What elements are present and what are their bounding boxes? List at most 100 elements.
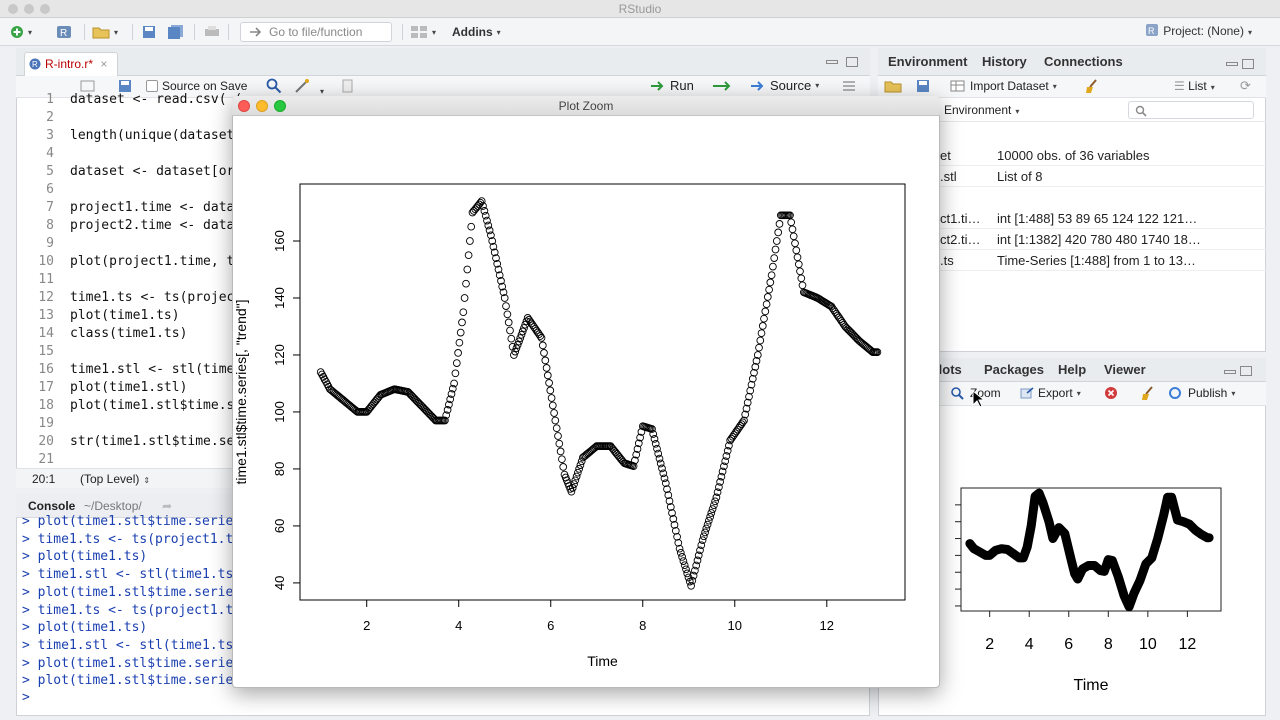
list-view-menu[interactable]: ☰ List ▾ xyxy=(1174,79,1215,93)
tab-history[interactable]: History xyxy=(982,54,1027,69)
code-line[interactable]: plot(project1.time, ty xyxy=(70,254,242,269)
line-number: 21 xyxy=(38,452,54,467)
source-on-save-label: Source on Save xyxy=(162,79,248,93)
close-tab-icon[interactable]: × xyxy=(100,57,107,71)
console-line: > plot(time1.stl$time.series xyxy=(22,584,242,600)
console-title: Console xyxy=(28,499,76,513)
tab-environment[interactable]: Environment xyxy=(888,54,967,69)
env-var-value: List of 8 xyxy=(997,169,1043,184)
save-all-button[interactable] xyxy=(168,23,184,41)
env-var-name: ct2.ti… xyxy=(940,232,981,247)
code-line[interactable]: time1.ts <- ts(project xyxy=(70,290,242,305)
code-tools-wand-icon[interactable]: ▾ xyxy=(294,78,324,97)
code-line[interactable]: class(time1.ts) xyxy=(70,326,187,341)
open-file-button[interactable]: ▾ xyxy=(92,23,118,41)
load-workspace-icon[interactable] xyxy=(884,79,904,96)
code-line[interactable]: time1.stl <- stl(time1 xyxy=(70,362,242,377)
code-line[interactable]: length(unique(dataset$ xyxy=(70,128,242,143)
thumb-x-axis-label: Time xyxy=(1074,677,1109,694)
tab-connections[interactable]: Connections xyxy=(1044,54,1123,69)
x-axis-label: Time xyxy=(587,653,618,669)
x-tick-label: 8 xyxy=(639,618,646,633)
save-all-icon xyxy=(168,25,183,39)
export-menu[interactable]: Export ▾ xyxy=(1020,386,1081,400)
grid-layout-icon xyxy=(411,26,427,38)
console-path: ~/Desktop/ xyxy=(84,499,142,513)
new-file-button[interactable]: ▾ xyxy=(10,23,32,41)
app-title: RStudio xyxy=(618,2,662,16)
remove-plot-icon[interactable] xyxy=(1104,386,1118,403)
find-replace-icon[interactable] xyxy=(266,78,282,97)
new-project-button[interactable]: R xyxy=(56,23,74,41)
plus-circle-icon xyxy=(11,26,23,38)
code-line[interactable]: plot(time1.stl$time.se xyxy=(70,398,242,413)
line-number: 5 xyxy=(46,164,54,179)
table-import-icon xyxy=(950,80,965,92)
thumb-x-tick-label: 10 xyxy=(1139,636,1157,653)
code-line[interactable]: plot(time1.ts) xyxy=(70,308,180,323)
publish-icon xyxy=(1169,387,1181,399)
y-axis: 40 60 80 100 120 140 160 xyxy=(272,230,300,590)
env-var-value: int [1:1382] 420 780 480 1740 18… xyxy=(997,232,1201,247)
publish-menu[interactable]: Publish ▾ xyxy=(1166,386,1235,400)
thumb-x-axis: 2 4 6 8 10 12 xyxy=(985,611,1196,653)
go-to-directory-icon[interactable]: ➦ xyxy=(162,499,172,513)
console-line: > time1.stl <- stl(time1.ts, xyxy=(22,637,242,653)
save-workspace-icon[interactable] xyxy=(916,79,930,96)
addins-menu[interactable]: Addins ▾ xyxy=(452,23,501,41)
list-view-icon: ☰ xyxy=(1174,79,1189,93)
x-axis: 2 4 6 8 10 12 xyxy=(363,600,834,633)
env-var-value: int [1:488] 53 89 65 124 122 121… xyxy=(997,211,1198,226)
code-line[interactable]: project2.time <- datas xyxy=(70,218,242,233)
minimize-env-icon[interactable] xyxy=(1226,62,1238,66)
maximize-pane-icon[interactable] xyxy=(846,57,858,67)
compile-report-icon[interactable] xyxy=(342,79,354,96)
tab-r-intro[interactable]: R R-intro.r* × xyxy=(24,52,119,76)
tab-help[interactable]: Help xyxy=(1058,362,1086,377)
clear-workspace-broom-icon[interactable] xyxy=(1084,78,1100,97)
code-line[interactable]: project1.time <- datas xyxy=(70,200,242,215)
rerun-icon[interactable] xyxy=(712,80,734,95)
tab-viewer[interactable]: Viewer xyxy=(1104,362,1146,377)
tab-packages[interactable]: Packages xyxy=(984,362,1044,377)
env-var-value: Time-Series [1:488] from 1 to 13… xyxy=(997,253,1196,268)
project-label: Project: (None) xyxy=(1163,24,1244,38)
layout-button[interactable]: ▾ xyxy=(410,23,436,41)
thumb-y-ticks xyxy=(955,504,961,607)
folder-open-icon xyxy=(92,27,110,39)
maximize-plots-icon[interactable] xyxy=(1240,366,1252,376)
r-script-icon: R xyxy=(29,58,41,70)
import-dataset-menu[interactable]: Import Dataset ▾ xyxy=(950,79,1057,93)
save-button[interactable] xyxy=(142,23,156,41)
console-line: > time1.ts <- ts(project1.ti xyxy=(22,531,242,547)
minimize-plots-icon[interactable] xyxy=(1224,370,1236,374)
minimize-pane-icon[interactable] xyxy=(826,60,838,64)
code-line[interactable]: dataset <- dataset[ord xyxy=(70,164,242,179)
env-var-name: .stl xyxy=(940,169,957,184)
maximize-env-icon[interactable] xyxy=(1242,59,1254,69)
clear-plots-broom-icon[interactable] xyxy=(1140,385,1156,404)
code-line[interactable]: str(time1.stl$time.ser xyxy=(70,434,242,449)
list-view-label: List xyxy=(1188,79,1207,93)
code-line[interactable]: plot(time1.stl) xyxy=(70,380,187,395)
project-menu[interactable]: R Project: (None) ▾ xyxy=(1145,23,1252,38)
global-environment-menu[interactable]: l Environment ▾ xyxy=(938,103,1019,117)
print-button[interactable] xyxy=(204,23,220,41)
x-tick-label: 4 xyxy=(455,618,462,633)
console-prompt[interactable]: > xyxy=(22,690,30,705)
source-button[interactable]: Source ▾ xyxy=(750,78,819,93)
mouse-cursor-icon xyxy=(972,390,984,408)
y-tick-label: 40 xyxy=(272,576,287,590)
console-line: > plot(time1.stl$time.series xyxy=(22,673,242,689)
refresh-env-icon[interactable]: ⟳ xyxy=(1240,78,1251,94)
source-on-save-checkbox[interactable]: Source on Save xyxy=(146,79,247,93)
code-line[interactable]: dataset <- read.csv( ( xyxy=(70,92,242,107)
env-search-input[interactable] xyxy=(1128,101,1254,119)
console-line: > plot(time1.ts) xyxy=(22,549,148,565)
line-number: 19 xyxy=(38,416,54,431)
goto-file-function-input[interactable]: Go to file/function xyxy=(240,22,392,42)
scope-selector[interactable]: (Top Level) ⇕ xyxy=(80,472,150,486)
line-number: 9 xyxy=(46,236,54,251)
document-outline-icon[interactable] xyxy=(842,79,856,96)
run-button[interactable]: Run xyxy=(650,78,694,93)
